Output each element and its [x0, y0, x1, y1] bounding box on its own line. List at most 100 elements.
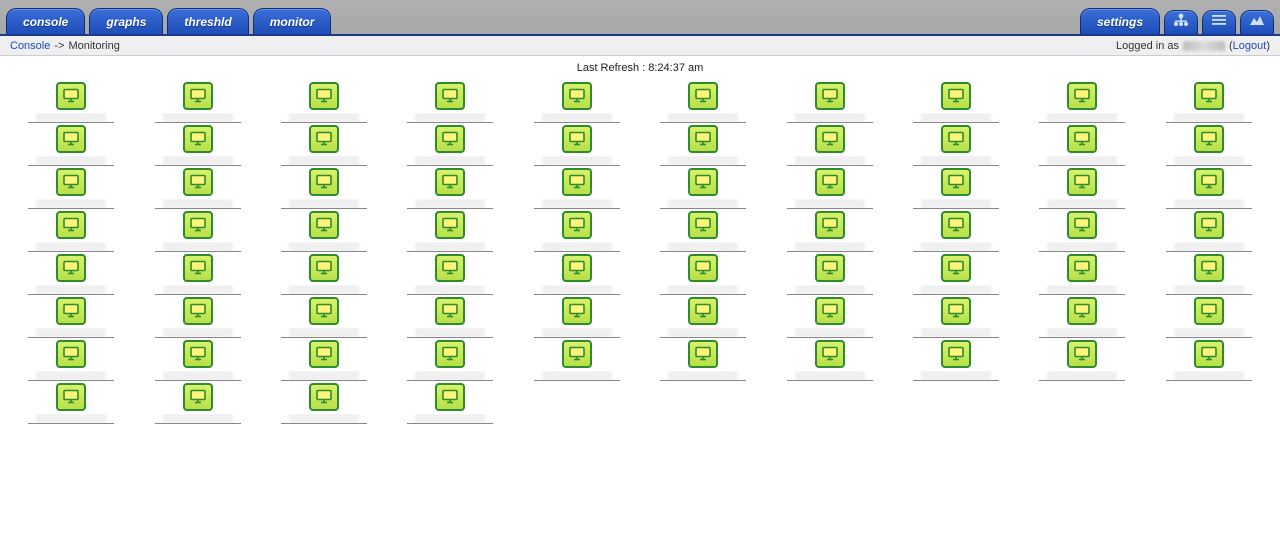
host-item[interactable] — [640, 80, 766, 123]
host-item[interactable] — [640, 123, 766, 166]
tab-graphs[interactable]: graphs — [89, 8, 163, 34]
host-item[interactable] — [134, 80, 260, 123]
host-item[interactable] — [893, 295, 1019, 338]
host-item[interactable] — [893, 123, 1019, 166]
host-item[interactable] — [514, 338, 640, 381]
host-item[interactable] — [134, 166, 260, 209]
host-item[interactable] — [134, 381, 260, 424]
host-label-redacted — [913, 328, 999, 338]
host-label-redacted — [407, 414, 493, 424]
logout-link[interactable]: Logout — [1233, 40, 1267, 52]
preview-view-button[interactable] — [1240, 10, 1274, 34]
host-item[interactable] — [1146, 123, 1272, 166]
host-item[interactable] — [766, 295, 892, 338]
host-item[interactable] — [387, 209, 513, 252]
host-label-redacted — [660, 328, 746, 338]
host-item[interactable] — [514, 166, 640, 209]
host-item[interactable] — [766, 209, 892, 252]
host-item[interactable] — [514, 252, 640, 295]
host-label-redacted — [1039, 371, 1125, 381]
host-item[interactable] — [893, 209, 1019, 252]
host-item[interactable] — [134, 338, 260, 381]
host-item[interactable] — [387, 338, 513, 381]
host-item[interactable] — [766, 80, 892, 123]
host-item[interactable] — [1019, 80, 1145, 123]
host-label-redacted — [155, 113, 241, 123]
tab-threshld[interactable]: threshld — [167, 8, 248, 34]
host-item[interactable] — [893, 338, 1019, 381]
host-item[interactable] — [514, 209, 640, 252]
host-item[interactable] — [387, 166, 513, 209]
breadcrumb-root-link[interactable]: Console — [10, 40, 50, 52]
host-item[interactable] — [1146, 80, 1272, 123]
host-item[interactable] — [8, 166, 134, 209]
monitor-icon — [941, 211, 971, 239]
host-item[interactable] — [893, 166, 1019, 209]
host-item[interactable] — [640, 166, 766, 209]
host-item[interactable] — [261, 209, 387, 252]
host-item[interactable] — [514, 123, 640, 166]
tab-settings[interactable]: settings — [1080, 8, 1160, 34]
host-item[interactable] — [766, 123, 892, 166]
tree-view-button[interactable] — [1164, 10, 1198, 34]
host-item[interactable] — [1146, 252, 1272, 295]
host-item[interactable] — [387, 252, 513, 295]
host-item[interactable] — [1019, 295, 1145, 338]
host-item[interactable] — [640, 295, 766, 338]
monitor-icon — [941, 125, 971, 153]
host-item[interactable] — [261, 252, 387, 295]
host-item[interactable] — [514, 295, 640, 338]
host-item[interactable] — [387, 381, 513, 424]
monitor-icon — [435, 383, 465, 411]
host-item[interactable] — [8, 123, 134, 166]
list-view-button[interactable] — [1202, 10, 1236, 34]
host-item[interactable] — [766, 252, 892, 295]
tab-monitor[interactable]: monitor — [253, 8, 332, 34]
monitor-icon — [435, 297, 465, 325]
host-item[interactable] — [766, 166, 892, 209]
host-item[interactable] — [387, 295, 513, 338]
host-item[interactable] — [1146, 338, 1272, 381]
host-item[interactable] — [8, 80, 134, 123]
host-item[interactable] — [134, 123, 260, 166]
monitor-icon — [435, 82, 465, 110]
host-item[interactable] — [134, 209, 260, 252]
host-item[interactable] — [134, 252, 260, 295]
host-item[interactable] — [8, 209, 134, 252]
monitor-icon — [1194, 82, 1224, 110]
host-item[interactable] — [8, 252, 134, 295]
host-item[interactable] — [261, 338, 387, 381]
host-item[interactable] — [387, 123, 513, 166]
host-item[interactable] — [514, 80, 640, 123]
host-label-redacted — [913, 242, 999, 252]
host-item[interactable] — [893, 80, 1019, 123]
host-item[interactable] — [1019, 209, 1145, 252]
host-item[interactable] — [1019, 123, 1145, 166]
monitor-icon — [1067, 125, 1097, 153]
host-item[interactable] — [261, 381, 387, 424]
host-item[interactable] — [893, 252, 1019, 295]
host-item[interactable] — [261, 80, 387, 123]
host-label-redacted — [1039, 328, 1125, 338]
host-item[interactable] — [640, 252, 766, 295]
host-item[interactable] — [387, 80, 513, 123]
breadcrumb-separator: -> — [54, 40, 64, 52]
host-item[interactable] — [8, 295, 134, 338]
host-item[interactable] — [1019, 338, 1145, 381]
host-item[interactable] — [1146, 295, 1272, 338]
host-item[interactable] — [1019, 252, 1145, 295]
host-item[interactable] — [1146, 209, 1272, 252]
host-item[interactable] — [8, 338, 134, 381]
host-item[interactable] — [640, 209, 766, 252]
host-item[interactable] — [766, 338, 892, 381]
monitor-icon — [562, 297, 592, 325]
host-item[interactable] — [261, 166, 387, 209]
host-item[interactable] — [1146, 166, 1272, 209]
host-item[interactable] — [134, 295, 260, 338]
host-item[interactable] — [1019, 166, 1145, 209]
host-item[interactable] — [261, 295, 387, 338]
host-item[interactable] — [640, 338, 766, 381]
host-item[interactable] — [8, 381, 134, 424]
tab-console[interactable]: console — [6, 8, 85, 34]
host-item[interactable] — [261, 123, 387, 166]
